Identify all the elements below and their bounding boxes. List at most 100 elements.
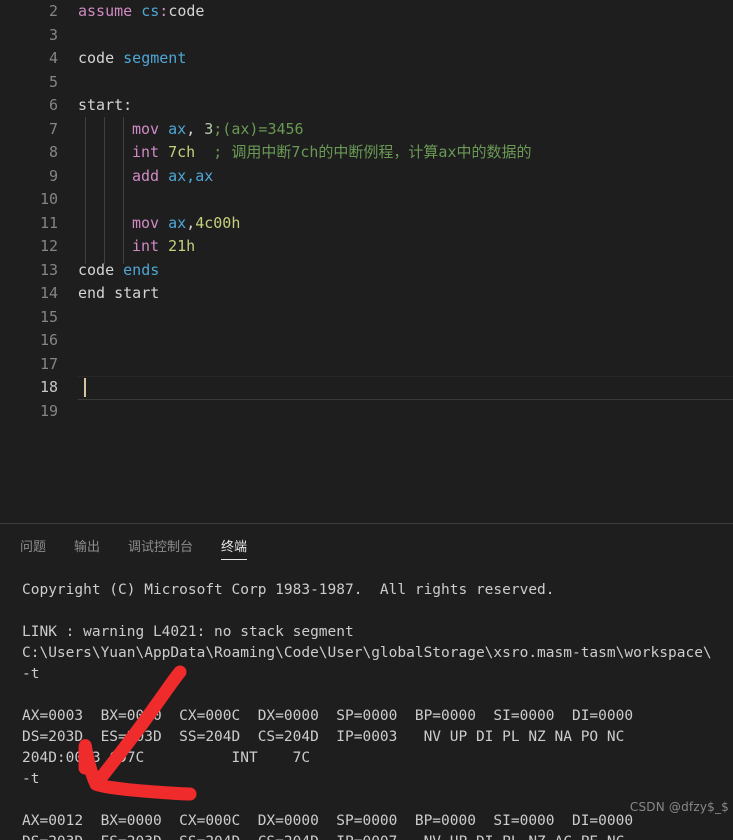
line-content: code segment [78, 47, 186, 71]
line-number: 11 [39, 213, 58, 232]
token-reg: ax,ax [168, 166, 214, 185]
token-kw: mov [132, 213, 160, 232]
code-line-10[interactable]: 10 [0, 188, 733, 212]
code-line-12[interactable]: 12 int 21h [0, 235, 733, 259]
code-line-7[interactable]: 7 mov ax, 3;(ax)=3456 [0, 118, 733, 142]
token-kw: add [132, 166, 160, 185]
terminal-line: AX=0003 BX=0000 CX=000C DX=0000 SP=0000 … [22, 708, 634, 724]
terminal-line: -t [22, 771, 40, 787]
token-id: , [186, 119, 205, 138]
code-line-14[interactable]: 14 end start [0, 282, 733, 306]
line-number: 8 [48, 143, 58, 161]
line-number: 2 [48, 2, 58, 20]
token-id [159, 214, 168, 232]
line-content: int 21h [132, 235, 195, 259]
code-line-11[interactable]: 11 mov ax,4c00h [0, 212, 733, 236]
code-line-2[interactable]: 2 assume cs:code [0, 0, 733, 24]
panel-tab-0[interactable]: 问题 [20, 524, 46, 566]
terminal-line: DS=203D ES=203D SS=204D CS=204D IP=0007 … [22, 832, 733, 840]
token-id: code [78, 49, 115, 67]
text-cursor [84, 378, 86, 397]
line-content: mov ax, 3;(ax)=3456 [132, 118, 304, 142]
token-id [159, 120, 168, 138]
line-number: 13 [39, 260, 58, 279]
code-line-8[interactable]: 8 int 7ch ; 调用中断7ch的中断例程，计算ax中的数据的 [0, 141, 733, 165]
line-content: add ax,ax [132, 165, 213, 189]
token-pun: : [159, 2, 169, 20]
line-number: 16 [39, 331, 58, 349]
terminal-line: Copyright (C) Microsoft Corp 1983-1987. … [22, 582, 555, 598]
line-number: 18 [39, 378, 58, 396]
line-number: 4 [48, 49, 58, 67]
token-id [159, 167, 168, 185]
token-cmt: ; 调用中断7ch的中断例程，计算ax中的数据的 [213, 143, 532, 161]
token-kw: int [132, 237, 160, 255]
line-number: 10 [39, 190, 58, 208]
terminal-line: -t [22, 666, 40, 682]
token-cmt: ;(ax)=3456 [213, 119, 304, 138]
token-hex: 7ch [168, 143, 196, 161]
line-number: 7 [48, 119, 58, 138]
token-id: code [78, 260, 115, 279]
code-editor[interactable]: 2 assume cs:code 3 4 code segment 5 6 start: 7 mo… [0, 0, 733, 523]
line-number: 17 [39, 354, 58, 373]
code-lines[interactable]: 2 assume cs:code 3 4 code segment 5 6 start: 7 mo… [0, 0, 733, 423]
code-line-9[interactable]: 9 add ax,ax [0, 165, 733, 189]
line-content: start: [78, 94, 132, 118]
token-kw: int [132, 143, 160, 161]
csdn-watermark: CSDN @dfzy$_$ [629, 800, 729, 814]
line-number: 9 [48, 166, 58, 185]
line-content: code ends [78, 259, 159, 283]
token-id [195, 143, 213, 161]
line-content: mov ax,4c00h [132, 212, 240, 236]
token-reg: cs [141, 2, 160, 20]
line-number: 19 [39, 401, 58, 420]
code-line-18[interactable]: 18 [0, 376, 733, 400]
token-id [114, 261, 123, 279]
line-number: 12 [39, 237, 58, 255]
token-reg: segment [123, 49, 187, 67]
token-id [159, 143, 168, 161]
token-id: start: [78, 96, 133, 114]
line-number: 14 [39, 284, 58, 302]
code-line-15[interactable]: 15 [0, 306, 733, 330]
token-kw: mov [132, 119, 160, 138]
token-id [132, 2, 141, 20]
terminal-line: AX=0012 BX=0000 CX=000C DX=0000 SP=0000 … [22, 813, 634, 829]
terminal-output[interactable]: Copyright (C) Microsoft Corp 1983-1987. … [0, 566, 733, 840]
panel-tab-bar[interactable]: 问题 输出 调试控制台 终端 [0, 524, 733, 566]
vscode-window: 2 assume cs:code 3 4 code segment 5 6 start: 7 mo… [0, 0, 733, 840]
panel-tab-1[interactable]: 输出 [74, 524, 100, 566]
token-kw: assume [78, 2, 133, 20]
code-line-16[interactable]: 16 [0, 329, 733, 353]
token-reg: ax [168, 213, 187, 232]
code-line-6[interactable]: 6 start: [0, 94, 733, 118]
line-number: 6 [48, 96, 58, 114]
code-line-5[interactable]: 5 [0, 71, 733, 95]
token-reg: ends [123, 260, 160, 279]
line-number: 15 [39, 307, 58, 326]
line-number: 3 [48, 25, 58, 44]
line-content: end start [78, 282, 159, 306]
bottom-panel: 问题 输出 调试控制台 终端 Copyright (C) Microsoft Corp… [0, 523, 733, 840]
code-line-3[interactable]: 3 [0, 24, 733, 48]
token-id [159, 237, 168, 255]
line-content: assume cs:code [78, 0, 204, 24]
line-number: 5 [48, 72, 58, 91]
token-id [114, 49, 123, 67]
terminal-line: DS=203D ES=203D SS=204D CS=204D IP=0003 … [22, 729, 625, 745]
token-num: 3 [204, 119, 214, 138]
terminal-line: LINK : warning L4021: no stack segment [22, 624, 354, 640]
token-hex: 21h [168, 237, 196, 255]
code-line-17[interactable]: 17 [0, 353, 733, 377]
code-line-4[interactable]: 4 code segment [0, 47, 733, 71]
token-id: code [168, 2, 205, 20]
code-line-19[interactable]: 19 [0, 400, 733, 424]
code-line-13[interactable]: 13 code ends [0, 259, 733, 283]
token-id: end start [78, 284, 160, 302]
token-id: , [186, 213, 196, 232]
panel-tab-3[interactable]: 终端 [221, 524, 248, 566]
panel-tab-2[interactable]: 调试控制台 [128, 524, 193, 566]
